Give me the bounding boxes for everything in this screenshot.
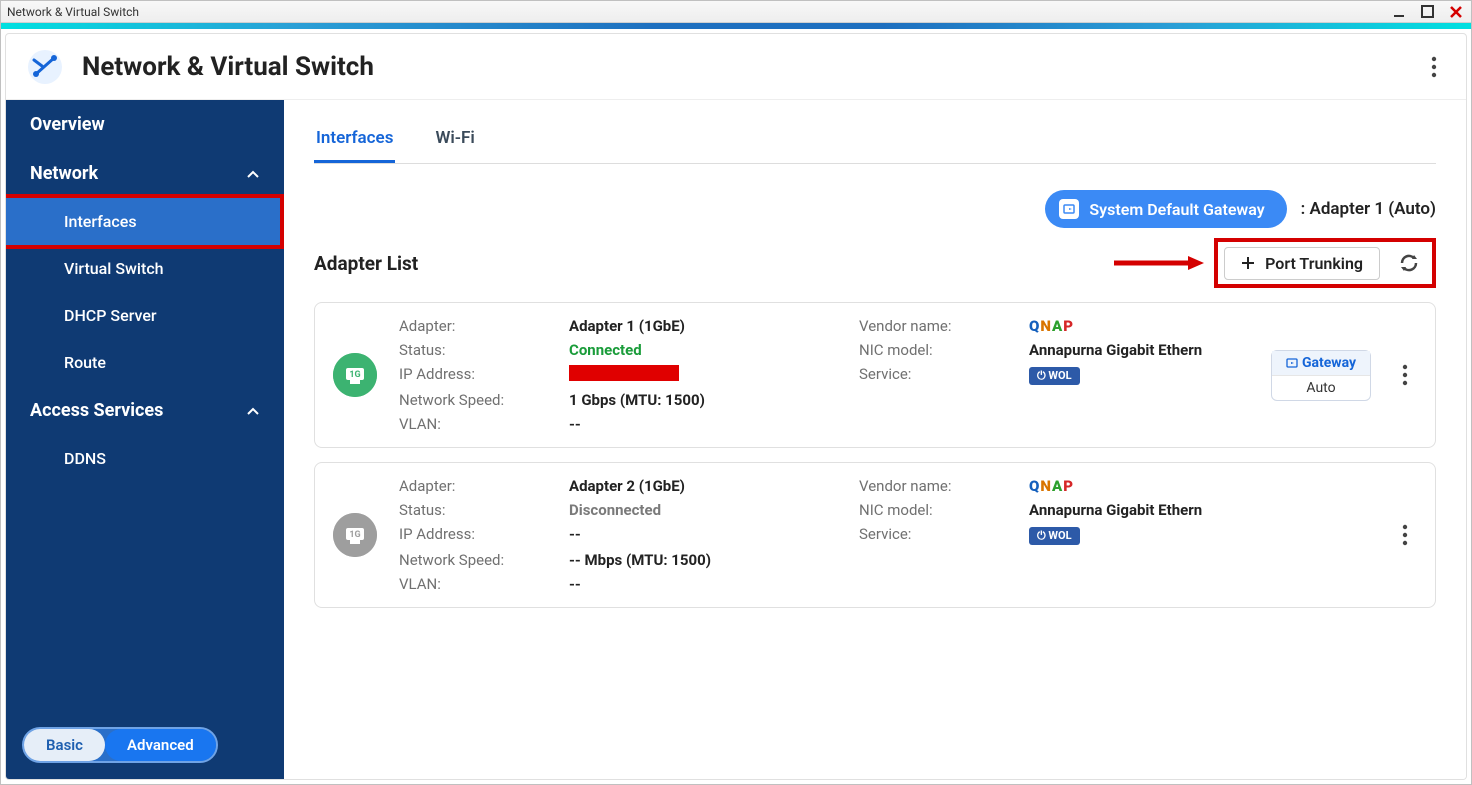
value-ip-redacted bbox=[569, 365, 849, 385]
port-trunking-highlight: Port Trunking bbox=[1214, 238, 1436, 288]
port-trunking-button[interactable]: Port Trunking bbox=[1224, 247, 1380, 280]
wol-badge: ⏻ WOL bbox=[1029, 527, 1080, 545]
label-speed: Network Speed: bbox=[399, 551, 559, 569]
tab-interfaces[interactable]: Interfaces bbox=[314, 118, 395, 163]
vendor-logo: QNAP bbox=[1029, 317, 1229, 335]
adapter-more-button[interactable] bbox=[1393, 364, 1417, 386]
gateway-badge: Gateway Auto bbox=[1271, 350, 1371, 401]
sidebar-item-virtual-switch[interactable]: Virtual Switch bbox=[6, 245, 284, 292]
label-vendor: Vendor name: bbox=[859, 317, 1019, 335]
maximize-button[interactable] bbox=[1419, 5, 1437, 19]
label-vendor: Vendor name: bbox=[859, 477, 1019, 495]
label-adapter: Adapter: bbox=[399, 477, 559, 495]
arrow-annotation-icon bbox=[1114, 256, 1204, 270]
app-title: Network & Virtual Switch bbox=[82, 52, 374, 82]
gradient-bar bbox=[1, 23, 1471, 29]
label-ip: IP Address: bbox=[399, 525, 559, 545]
adapter-list-header: Adapter List Port Trunking bbox=[314, 238, 1436, 288]
value-speed: -- Mbps (MTU: 1500) bbox=[569, 551, 849, 569]
gateway-icon bbox=[1286, 357, 1298, 369]
mode-advanced[interactable]: Advanced bbox=[105, 729, 216, 761]
app-logo-icon bbox=[26, 48, 64, 86]
value-nic-model: Annapurna Gigabit Ethern bbox=[1029, 341, 1229, 359]
gateway-icon bbox=[1059, 199, 1079, 219]
adapter-list-title: Adapter List bbox=[314, 252, 418, 275]
value-vlan: -- bbox=[569, 415, 849, 433]
sidebar-item-ddns[interactable]: DDNS bbox=[6, 435, 284, 482]
value-adapter-name: Adapter 2 (1GbE) bbox=[569, 477, 849, 495]
label-service: Service: bbox=[859, 365, 1019, 385]
label-vlan: VLAN: bbox=[399, 575, 559, 593]
sidebar-item-route[interactable]: Route bbox=[6, 339, 284, 386]
label-speed: Network Speed: bbox=[399, 391, 559, 409]
value-speed: 1 Gbps (MTU: 1500) bbox=[569, 391, 849, 409]
value-nic-model: Annapurna Gigabit Ethern bbox=[1029, 501, 1229, 519]
minimize-button[interactable] bbox=[1391, 5, 1409, 19]
value-vlan: -- bbox=[569, 575, 849, 593]
adapter-card: 1G Adapter: Adapter 1 (1GbE) Vendor name… bbox=[314, 302, 1436, 448]
svg-text:1G: 1G bbox=[349, 530, 360, 540]
sidebar-item-interfaces[interactable]: Interfaces bbox=[6, 198, 280, 245]
svg-text:1G: 1G bbox=[349, 370, 360, 380]
sidebar-item-overview[interactable]: Overview bbox=[6, 100, 284, 149]
adapter-card: 1G Adapter: Adapter 2 (1GbE) Vendor name… bbox=[314, 462, 1436, 608]
system-default-gateway-button[interactable]: System Default Gateway bbox=[1045, 190, 1286, 228]
sidebar-item-access-services[interactable]: Access Services bbox=[6, 386, 284, 435]
header-more-button[interactable] bbox=[1422, 55, 1446, 79]
value-ip: -- bbox=[569, 525, 849, 545]
chevron-up-icon bbox=[246, 169, 260, 179]
chevron-up-icon bbox=[246, 406, 260, 416]
mode-basic[interactable]: Basic bbox=[24, 729, 105, 761]
refresh-button[interactable] bbox=[1392, 246, 1426, 280]
label-nic-model: NIC model: bbox=[859, 341, 1019, 359]
sidebar: Overview Network Interfaces Virtual Swit… bbox=[6, 100, 284, 779]
gateway-bar: System Default Gateway : Adapter 1 (Auto… bbox=[314, 190, 1436, 228]
value-status: Connected bbox=[569, 341, 849, 359]
tabs: Interfaces Wi-Fi bbox=[314, 100, 1436, 164]
nic-status-icon: 1G bbox=[333, 353, 377, 397]
window-title: Network & Virtual Switch bbox=[7, 5, 139, 19]
label-ip: IP Address: bbox=[399, 365, 559, 385]
app-header: Network & Virtual Switch bbox=[6, 34, 1466, 100]
nic-status-icon: 1G bbox=[333, 513, 377, 557]
close-button[interactable] bbox=[1447, 5, 1465, 19]
label-nic-model: NIC model: bbox=[859, 501, 1019, 519]
mode-toggle[interactable]: Basic Advanced bbox=[22, 727, 218, 763]
content-pane: Interfaces Wi-Fi System Default Gateway … bbox=[284, 100, 1466, 779]
plus-icon bbox=[1241, 256, 1255, 270]
label-adapter: Adapter: bbox=[399, 317, 559, 335]
value-status: Disconnected bbox=[569, 501, 849, 519]
label-status: Status: bbox=[399, 341, 559, 359]
value-adapter-name: Adapter 1 (1GbE) bbox=[569, 317, 849, 335]
vendor-logo: QNAP bbox=[1029, 477, 1229, 495]
titlebar: Network & Virtual Switch bbox=[1, 1, 1471, 23]
app-window: Network & Virtual Switch Network & Virtu… bbox=[0, 0, 1472, 785]
sidebar-item-network[interactable]: Network bbox=[6, 149, 284, 198]
tab-wifi[interactable]: Wi-Fi bbox=[433, 118, 476, 163]
value-service: ⏻ WOL bbox=[1029, 525, 1229, 545]
wol-badge: ⏻ WOL bbox=[1029, 367, 1080, 385]
system-gateway-value: : Adapter 1 (Auto) bbox=[1301, 199, 1436, 219]
adapter-more-button[interactable] bbox=[1393, 524, 1417, 546]
label-status: Status: bbox=[399, 501, 559, 519]
value-service: ⏻ WOL bbox=[1029, 365, 1229, 385]
label-vlan: VLAN: bbox=[399, 415, 559, 433]
sidebar-item-dhcp-server[interactable]: DHCP Server bbox=[6, 292, 284, 339]
label-service: Service: bbox=[859, 525, 1019, 545]
